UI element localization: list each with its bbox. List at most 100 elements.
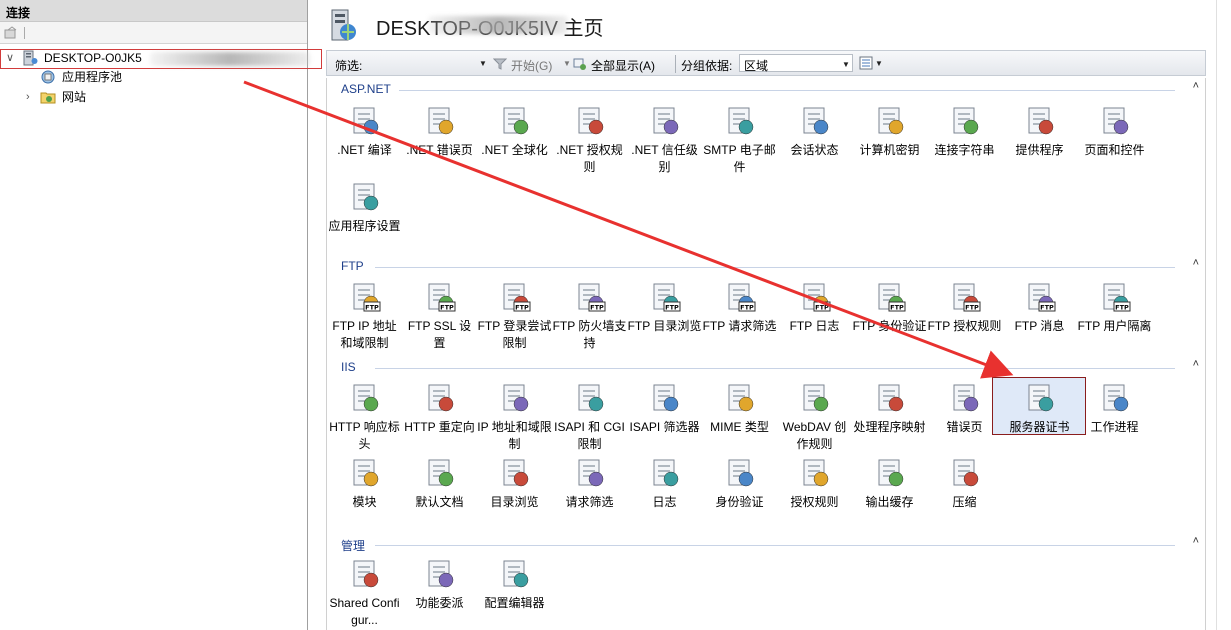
svg-text:FTP: FTP <box>365 304 379 312</box>
ftp-ssl-icon: FTP <box>428 283 456 312</box>
feature-label: 应用程序设置 <box>328 219 401 233</box>
group-by-select[interactable]: 区域 ▼ <box>739 54 853 73</box>
filter-label: 筛选: <box>335 59 363 73</box>
sites-folder-icon <box>40 92 56 104</box>
output-caching-icon <box>878 459 904 487</box>
section-label: ASP.NET <box>341 82 391 96</box>
feature-label: 配置编辑器 <box>484 596 545 610</box>
connections-toolbar <box>0 22 307 44</box>
app-pool-icon <box>41 70 55 84</box>
feature-label: FTP IP 地址和域限制 <box>332 319 397 350</box>
connection-strings-icon <box>953 107 979 135</box>
net-globalization-icon <box>503 107 529 135</box>
show-all-button[interactable]: 全部显示(A) <box>591 57 655 74</box>
net-error-pages-icon <box>428 107 454 135</box>
section-header[interactable]: ASP.NET ˄ <box>341 80 1201 98</box>
connections-pane: 连接 ∨ DESKTOP-O0JK5 应用程序池 › 网站 <box>0 0 322 630</box>
feature-label: HTTP 响应标头 <box>329 420 400 451</box>
logging-icon <box>653 459 679 487</box>
collapse-section-icon[interactable]: ˄ <box>1193 358 1199 370</box>
svg-text:FTP: FTP <box>890 304 904 312</box>
go-dropdown-icon[interactable]: ▼ <box>563 59 571 68</box>
http-headers-icon <box>353 384 379 412</box>
pages-controls-icon <box>1103 107 1129 135</box>
view-mode-icon[interactable] <box>859 56 873 70</box>
collapse-icon[interactable]: ∨ <box>6 48 18 68</box>
ftp-messages-icon: FTP <box>1028 283 1056 312</box>
go-button[interactable]: 开始(G) <box>511 57 552 74</box>
http-redirect-icon <box>428 384 454 412</box>
svg-text:FTP: FTP <box>590 304 604 312</box>
section-header[interactable]: 管理 ˄ <box>341 535 1201 553</box>
ftp-auth-icon: FTP <box>878 283 906 312</box>
ftp-user-isolation-icon: FTP <box>1103 283 1131 312</box>
session-state-icon <box>803 107 829 135</box>
section-header[interactable]: FTP ˄ <box>341 257 1201 275</box>
svg-text:FTP: FTP <box>1040 304 1054 312</box>
feature-label: 日志 <box>652 495 677 509</box>
tree-item-label: 应用程序池 <box>62 70 123 84</box>
filter-dropdown-icon[interactable]: ▼ <box>479 59 487 68</box>
compression-icon <box>953 459 979 487</box>
filter-input[interactable] <box>367 54 491 72</box>
svg-text:FTP: FTP <box>815 304 829 312</box>
isapi-cgi-icon <box>578 384 604 412</box>
feature-label: .NET 全球化 <box>481 143 548 157</box>
providers-icon <box>1028 107 1054 135</box>
collapse-section-icon[interactable]: ˄ <box>1193 257 1199 269</box>
feature-label: 默认文档 <box>415 495 464 509</box>
error-pages-icon <box>953 384 979 412</box>
svg-text:FTP: FTP <box>440 304 454 312</box>
svg-text:FTP: FTP <box>965 304 979 312</box>
expand-icon[interactable]: › <box>26 87 38 107</box>
app-settings-icon <box>353 183 379 211</box>
tree-item-app-pools[interactable]: 应用程序池 <box>30 67 270 87</box>
feature-label: FTP 请求筛选 <box>702 319 777 333</box>
group-by-value: 区域 <box>744 59 769 73</box>
feature-label: 输出缓存 <box>865 495 914 509</box>
svg-text:FTP: FTP <box>1115 304 1129 312</box>
feature-label: HTTP 重定向 <box>404 420 475 434</box>
webdav-icon <box>803 384 829 412</box>
connect-icon[interactable] <box>4 26 18 40</box>
filter-toolbar: 筛选: ▼ 开始(G) ▼ 全部显示(A) 分组依据: 区域 ▼ ▼ <box>326 50 1206 76</box>
section-divider <box>375 267 1175 268</box>
feature-label: 处理程序映射 <box>853 420 926 434</box>
section-divider <box>399 90 1175 91</box>
feature-label: 计算机密钥 <box>859 143 920 157</box>
server-certificates-icon <box>1028 384 1054 412</box>
redacted-text <box>428 16 568 34</box>
feature-label: 目录浏览 <box>490 495 539 509</box>
directory-browsing-icon <box>503 459 529 487</box>
feature-label: MIME 类型 <box>710 420 769 434</box>
view-mode-dropdown-icon[interactable]: ▼ <box>875 59 883 68</box>
net-authorization-icon <box>578 107 604 135</box>
feature-label: .NET 错误页 <box>406 143 473 157</box>
collapse-section-icon[interactable]: ˄ <box>1193 80 1199 92</box>
feature-label: Shared Configur... <box>329 596 400 627</box>
feature-label: 服务器证书 <box>1009 420 1070 434</box>
section-header[interactable]: IIS ˄ <box>341 358 1201 376</box>
handler-mappings-icon <box>878 384 904 412</box>
request-filtering-icon <box>578 459 604 487</box>
funnel-icon <box>493 58 507 70</box>
tree-item-label: 网站 <box>62 90 87 104</box>
show-all-icon <box>573 58 586 70</box>
config-editor-icon <box>503 560 529 588</box>
features-view: DESKTOP-O0JK5IV 主页 筛选: ▼ 开始(G) ▼ 全部显示(A)… <box>316 0 1216 630</box>
machine-key-icon <box>878 107 904 135</box>
default-document-icon <box>428 459 454 487</box>
authentication-icon <box>728 459 754 487</box>
ftp-authz-icon: FTP <box>953 283 981 312</box>
group-by-label: 分组依据: <box>681 59 733 73</box>
feature-label: FTP 身份验证 <box>852 319 927 333</box>
section-divider <box>375 545 1175 546</box>
feature-label: FTP 防火墙支持 <box>552 319 627 350</box>
tree-item-sites[interactable]: › 网站 <box>26 87 266 107</box>
collapse-section-icon[interactable]: ˄ <box>1193 535 1199 547</box>
feature-label: 页面和控件 <box>1084 143 1145 157</box>
feature-label: 连接字符串 <box>934 143 995 157</box>
svg-text:FTP: FTP <box>665 304 679 312</box>
feature-label: .NET 信任级别 <box>631 143 698 174</box>
feature-label: FTP 目录浏览 <box>627 319 702 333</box>
